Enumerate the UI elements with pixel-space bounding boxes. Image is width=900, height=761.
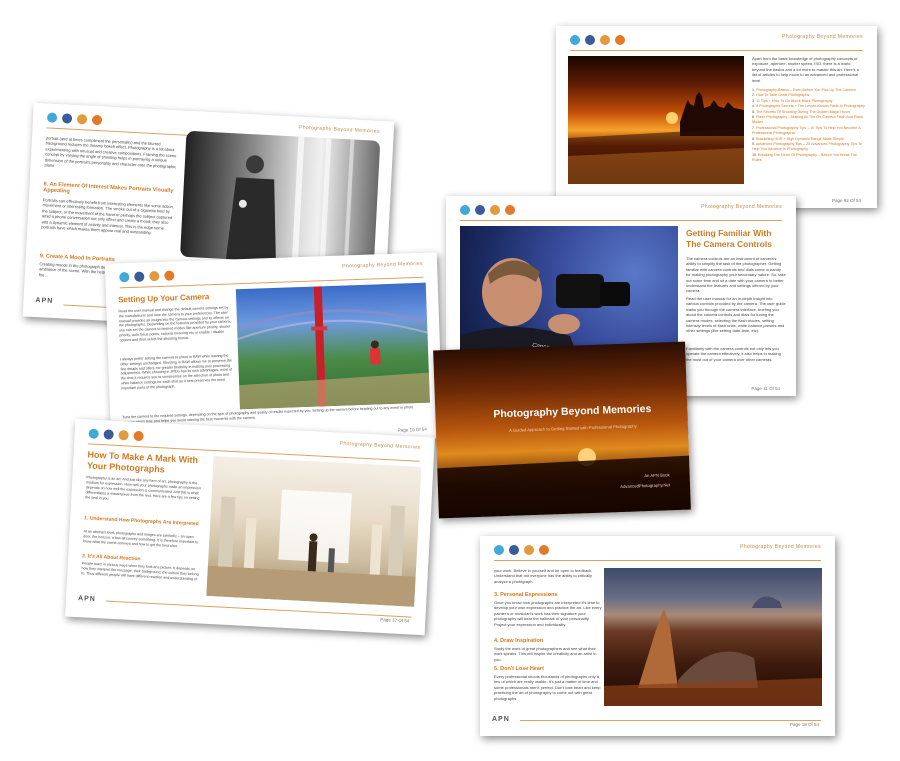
page-number: Page 11 Of 54 [751, 386, 780, 391]
twitter-icon[interactable] [46, 112, 58, 123]
body-text: Read the user manual for an in-depth ins… [686, 296, 786, 334]
body-text: Familiarity with the camera controls not… [686, 346, 781, 362]
digg-icon[interactable] [149, 270, 160, 282]
page-number: Page 18 Of 54 [789, 722, 819, 727]
facebook-icon[interactable] [475, 205, 485, 215]
facebook-icon[interactable] [585, 35, 595, 45]
body-text: At an abstract level, photographs and im… [82, 529, 199, 549]
beach-rock-photo [604, 568, 822, 706]
body-text: I always prefer setting the camera to sh… [120, 353, 233, 391]
brand-label: Photography Beyond Memories [782, 34, 863, 40]
digg-icon[interactable] [118, 430, 129, 441]
rss-icon[interactable] [133, 430, 144, 442]
social-icons [494, 545, 549, 555]
page-toc: Photography Beyond Memories Apart from t… [556, 26, 877, 208]
apn-logo: APN [492, 716, 510, 723]
body-text: Photography is an art. And just like any… [85, 475, 201, 501]
social-icons [570, 35, 625, 45]
page-make-a-mark: Photography Beyond Memories How To Make … [65, 418, 435, 636]
divider [460, 220, 782, 221]
body-text: The camera controls are an instrument of… [686, 256, 786, 294]
rss-icon[interactable] [539, 545, 549, 555]
museum-interior [206, 489, 416, 607]
page-number: Page 92 Of 54 [831, 198, 861, 203]
rss-icon[interactable] [615, 35, 625, 45]
apn-logo: APN [77, 595, 96, 604]
social-icons [119, 270, 175, 283]
facebook-icon[interactable] [134, 271, 145, 282]
footer-divider [520, 720, 821, 721]
brand-label: Photography Beyond Memories [740, 544, 821, 550]
section-heading: 1. Understand How Photographs Are Interp… [84, 515, 199, 528]
rss-icon[interactable] [164, 270, 175, 281]
cover-line-1: An APN Book [644, 472, 670, 479]
toc-item[interactable]: 7. Professional Photography Tips – 10 Ti… [752, 126, 866, 137]
facebook-icon[interactable] [509, 545, 519, 555]
body-text: Every professional shoots thousands of p… [494, 674, 601, 701]
body-text: Study the work of great photographers an… [494, 646, 597, 662]
castle-silhouette [568, 92, 744, 184]
page-title: Getting Familiar With The Camera Control… [686, 228, 772, 249]
divider [570, 50, 863, 51]
section-heading: 4. Draw Inspiration [494, 638, 544, 644]
page-number: Page 10 Of 54 [397, 426, 427, 433]
page-title: Setting Up Your Camera [117, 292, 210, 305]
body-text: your work. Believe in yourself and be op… [494, 568, 593, 584]
body-text: portrait (and at times compliment the pe… [44, 135, 177, 169]
carousel-photo [235, 282, 430, 410]
page-number: Page 17 Of 54 [380, 616, 410, 624]
page-title: How To Make A Mark With Your Photographs [86, 449, 199, 475]
twitter-icon[interactable] [88, 428, 99, 439]
brand-label: Photography Beyond Memories [339, 440, 421, 451]
toc-item[interactable]: 6. Flash Photography – Making All The On… [752, 115, 866, 126]
social-icons [46, 112, 103, 126]
toc-item[interactable]: 10. Breaking The Norm Of Photography – B… [752, 153, 866, 164]
digg-icon[interactable] [490, 205, 500, 215]
toc-item[interactable]: 9. Advanced Photography Tips – 25 Advanc… [752, 142, 866, 153]
rss-icon[interactable] [91, 114, 103, 126]
toc-list: 1. Photography Basics – Even Before You … [752, 88, 866, 164]
brand-label: Photography Beyond Memories [298, 124, 380, 135]
facebook-icon[interactable] [103, 429, 114, 440]
digg-icon[interactable] [76, 113, 88, 125]
apn-logo: APN [35, 297, 54, 305]
body-text: Read the user manual and change the defa… [118, 305, 231, 343]
bw-portrait-photo [179, 130, 381, 267]
divider [494, 560, 821, 561]
twitter-icon[interactable] [460, 205, 470, 215]
social-icons [88, 428, 144, 442]
digg-icon[interactable] [524, 545, 534, 555]
rock-formation [604, 596, 822, 706]
section-heading: 5. Don't Lose Heart [494, 666, 544, 672]
man-silhouette [225, 136, 355, 266]
digg-icon[interactable] [600, 35, 610, 45]
brand-label: Photography Beyond Memories [701, 204, 782, 210]
twitter-icon[interactable] [570, 35, 580, 45]
brand-label: Photography Beyond Memories [342, 260, 424, 270]
page-setting-up-camera: Photography Beyond Memories Setting Up Y… [104, 252, 444, 450]
toc-intro: Apart from the basic knowledge of photog… [752, 56, 859, 83]
museum-photo [206, 456, 422, 607]
rss-icon[interactable] [505, 205, 515, 215]
facebook-icon[interactable] [61, 113, 73, 124]
twitter-icon[interactable] [494, 545, 504, 555]
book-cover: Photography Beyond Memories A Guided App… [433, 341, 691, 519]
body-text: Once you know how photographs are interp… [494, 600, 602, 627]
social-icons [460, 205, 515, 215]
carousel-swing [236, 286, 430, 410]
page-personal-expression: Photography Beyond Memories your work. B… [480, 536, 835, 736]
sunset-castle-photo [568, 56, 744, 184]
twitter-icon[interactable] [119, 272, 130, 283]
section-heading: 3. Personal Expressions [494, 592, 558, 598]
body-text: Portraits can effectively benefit from i… [41, 197, 175, 236]
